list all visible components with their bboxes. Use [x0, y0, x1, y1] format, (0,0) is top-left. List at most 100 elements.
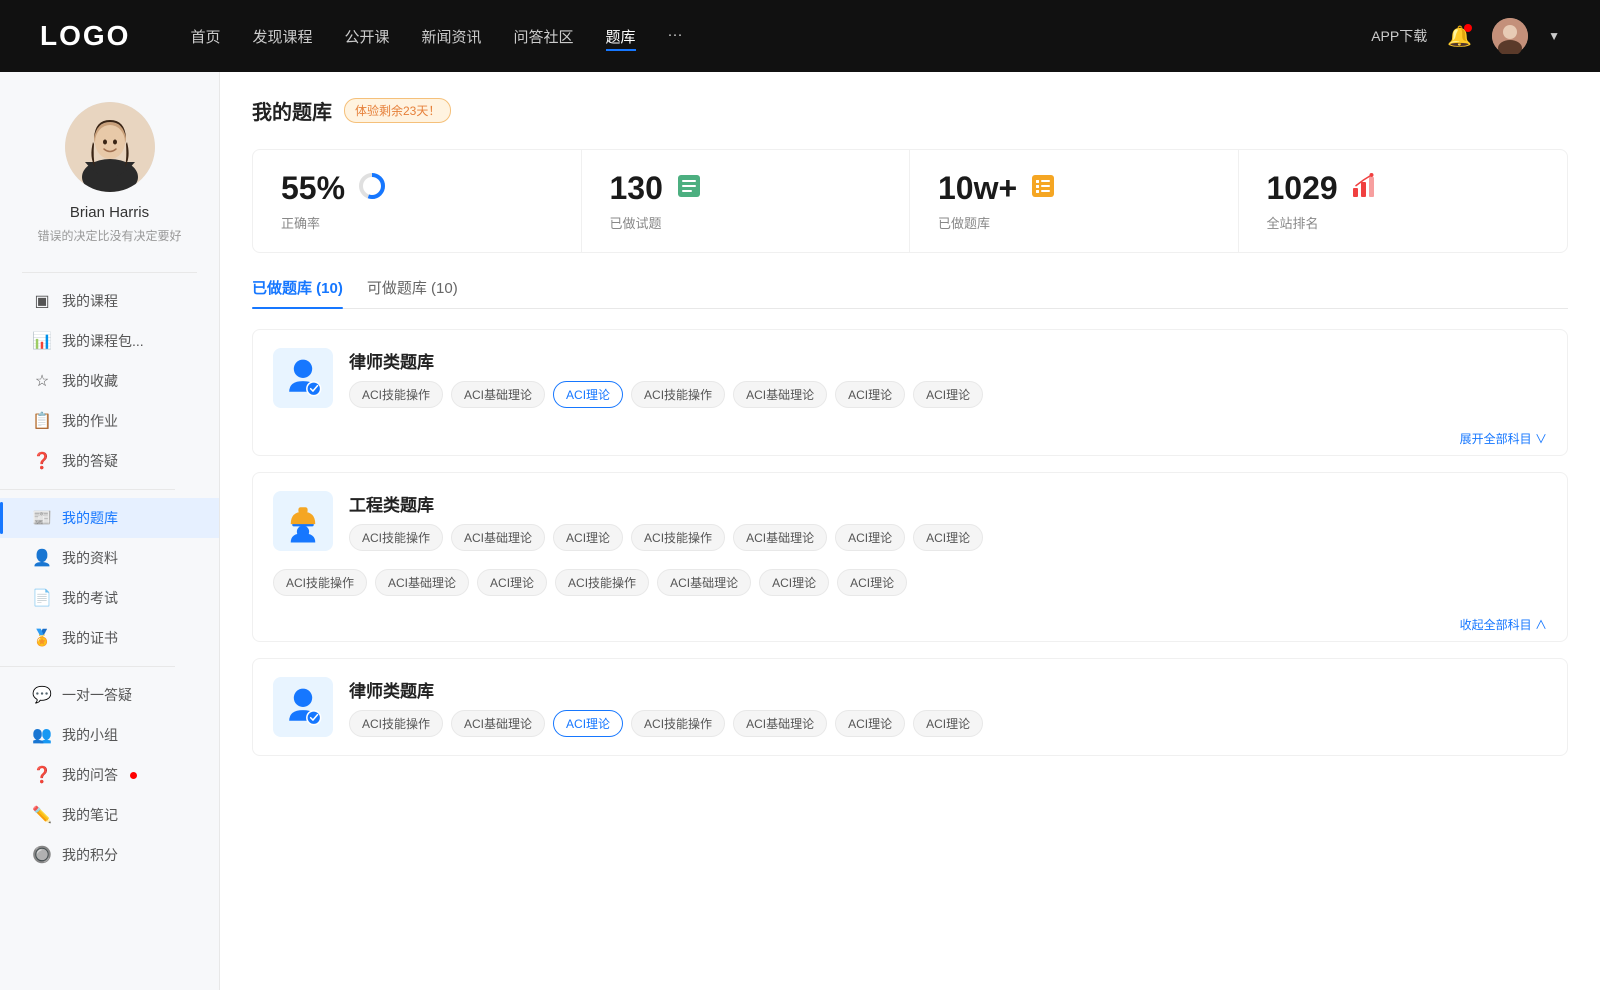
tag[interactable]: ACI基础理论: [451, 524, 545, 551]
tag[interactable]: ACI理论: [835, 524, 905, 551]
tag[interactable]: ACI技能操作: [631, 381, 725, 408]
sidebar-item-label: 我的问答: [62, 765, 118, 785]
sidebar-item-label: 我的收藏: [62, 371, 118, 391]
sidebar-item-qa[interactable]: ❓ 我的问答: [0, 755, 219, 795]
bank-icon-lawyer: [273, 348, 333, 408]
tag[interactable]: ACI理论: [759, 569, 829, 596]
stat-accuracy: 55% 正确率: [253, 150, 582, 252]
notes-icon: ✏️: [32, 805, 52, 825]
bank-card-footer-engineer: 收起全部科目 ∧: [253, 612, 1567, 641]
sidebar-item-1v1[interactable]: 💬 一对一答疑: [0, 675, 219, 715]
avatar-image: [65, 102, 155, 192]
sidebar-item-certificate[interactable]: 🏅 我的证书: [0, 618, 219, 658]
tag[interactable]: ACI基础理论: [733, 710, 827, 737]
tag[interactable]: ACI基础理论: [733, 381, 827, 408]
bank-tags-engineer-row2: ACI技能操作 ACI基础理论 ACI理论 ACI技能操作 ACI基础理论 AC…: [273, 569, 1547, 596]
sidebar-item-label: 我的资料: [62, 548, 118, 568]
nav-links: 首页 发现课程 公开课 新闻资讯 问答社区 题库 ···: [190, 22, 1371, 51]
page-title: 我的题库: [252, 96, 332, 125]
app-download-button[interactable]: APP下载: [1371, 26, 1427, 46]
tag[interactable]: ACI技能操作: [273, 569, 367, 596]
profile-icon: 👤: [32, 548, 52, 568]
nav-news[interactable]: 新闻资讯: [422, 22, 482, 51]
sidebar-item-label: 我的题库: [62, 508, 118, 528]
tag[interactable]: ACI理论: [913, 381, 983, 408]
tag[interactable]: ACI技能操作: [349, 381, 443, 408]
tag[interactable]: ACI技能操作: [631, 710, 725, 737]
bank-icon-engineer: [273, 491, 333, 551]
stat-top-done: 130: [610, 170, 882, 207]
tag[interactable]: ACI技能操作: [349, 524, 443, 551]
main-content: 我的题库 体验剩余23天！ 55% 正确率: [220, 72, 1600, 990]
bank-card-lawyer-2: 律师类题库 ACI技能操作 ACI基础理论 ACI理论 ACI技能操作 ACI基…: [252, 658, 1568, 756]
tag[interactable]: ACI基础理论: [375, 569, 469, 596]
nav-right-area: APP下载 🔔 ▼: [1371, 18, 1560, 54]
bank-card-lawyer-1: 律师类题库 ACI技能操作 ACI基础理论 ACI理论 ACI技能操作 ACI基…: [252, 329, 1568, 456]
stat-label-banks: 已做题库: [938, 213, 1210, 232]
bank-card-footer-lawyer-1: 展开全部科目 ∨: [253, 426, 1567, 455]
group-icon: 👥: [32, 725, 52, 745]
tag[interactable]: ACI理论: [477, 569, 547, 596]
tag[interactable]: ACI技能操作: [349, 710, 443, 737]
tag[interactable]: ACI技能操作: [631, 524, 725, 551]
tag[interactable]: ACI基础理论: [733, 524, 827, 551]
stat-top-accuracy: 55%: [281, 170, 553, 207]
tag[interactable]: ACI基础理论: [657, 569, 751, 596]
tag[interactable]: ACI理论: [837, 569, 907, 596]
tag-active[interactable]: ACI理论: [553, 381, 623, 408]
sidebar-item-bank[interactable]: 📰 我的题库: [0, 498, 219, 538]
accuracy-icon: [357, 171, 387, 207]
user-avatar: [65, 102, 155, 192]
expand-button-lawyer-1[interactable]: 展开全部科目 ∨: [1460, 430, 1547, 447]
nav-qa[interactable]: 问答社区: [514, 22, 574, 51]
tag-active[interactable]: ACI理论: [553, 710, 623, 737]
sidebar-item-my-course[interactable]: ▣ 我的课程: [0, 281, 219, 321]
tag[interactable]: ACI技能操作: [555, 569, 649, 596]
ranking-icon: [1350, 172, 1378, 206]
sidebar-item-notes[interactable]: ✏️ 我的笔记: [0, 795, 219, 835]
sidebar-item-label: 我的小组: [62, 725, 118, 745]
nav-open-course[interactable]: 公开课: [344, 22, 389, 51]
tag[interactable]: ACI理论: [835, 381, 905, 408]
tag[interactable]: ACI理论: [553, 524, 623, 551]
tag[interactable]: ACI理论: [835, 710, 905, 737]
points-icon: 🔘: [32, 845, 52, 865]
stat-label-ranking: 全站排名: [1267, 213, 1540, 232]
nav-more[interactable]: ···: [668, 22, 683, 51]
tab-available[interactable]: 可做题库 (10): [367, 277, 458, 308]
sidebar-item-group[interactable]: 👥 我的小组: [0, 715, 219, 755]
sidebar-item-course-package[interactable]: 📊 我的课程包...: [0, 321, 219, 361]
sidebar-item-favorites[interactable]: ☆ 我的收藏: [0, 361, 219, 401]
sidebar-item-points[interactable]: 🔘 我的积分: [0, 835, 219, 875]
trial-badge: 体验剩余23天！: [344, 98, 451, 123]
collapse-button-engineer[interactable]: 收起全部科目 ∧: [1460, 616, 1547, 633]
nav-bank[interactable]: 题库: [606, 22, 636, 51]
tag[interactable]: ACI基础理论: [451, 710, 545, 737]
lawyer-icon-2: [280, 684, 326, 730]
bank-card-extra-engineer: ACI技能操作 ACI基础理论 ACI理论 ACI技能操作 ACI基础理论 AC…: [253, 569, 1567, 612]
course-package-icon: 📊: [32, 331, 52, 351]
nav-discover[interactable]: 发现课程: [252, 22, 312, 51]
nav-home[interactable]: 首页: [190, 22, 220, 51]
bank-icon: 📰: [32, 508, 52, 528]
bank-info-lawyer-1: 律师类题库 ACI技能操作 ACI基础理论 ACI理论 ACI技能操作 ACI基…: [349, 348, 983, 408]
avatar-dropdown-arrow[interactable]: ▼: [1548, 29, 1560, 43]
sidebar-item-profile[interactable]: 👤 我的资料: [0, 538, 219, 578]
bank-name-lawyer-2: 律师类题库: [349, 677, 983, 702]
tag[interactable]: ACI理论: [913, 710, 983, 737]
tag[interactable]: ACI基础理论: [451, 381, 545, 408]
stat-value-ranking: 1029: [1267, 170, 1338, 207]
avatar-icon: [1492, 18, 1528, 54]
sidebar-item-answers[interactable]: ❓ 我的答疑: [0, 441, 219, 481]
notification-bell[interactable]: 🔔: [1447, 24, 1472, 49]
sidebar-menu: ▣ 我的课程 📊 我的课程包... ☆ 我的收藏 📋 我的作业 ❓ 我的答疑 📰: [0, 281, 219, 875]
sidebar-item-homework[interactable]: 📋 我的作业: [0, 401, 219, 441]
sidebar-divider-top: [22, 272, 197, 273]
bank-card-header-lawyer-1: 律师类题库 ACI技能操作 ACI基础理论 ACI理论 ACI技能操作 ACI基…: [253, 330, 1567, 426]
sidebar-item-exam[interactable]: 📄 我的考试: [0, 578, 219, 618]
tab-done[interactable]: 已做题库 (10): [252, 277, 343, 308]
sidebar-divider-1: [0, 489, 175, 490]
tag[interactable]: ACI理论: [913, 524, 983, 551]
bank-tags-lawyer-2: ACI技能操作 ACI基础理论 ACI理论 ACI技能操作 ACI基础理论 AC…: [349, 710, 983, 737]
avatar[interactable]: [1492, 18, 1528, 54]
